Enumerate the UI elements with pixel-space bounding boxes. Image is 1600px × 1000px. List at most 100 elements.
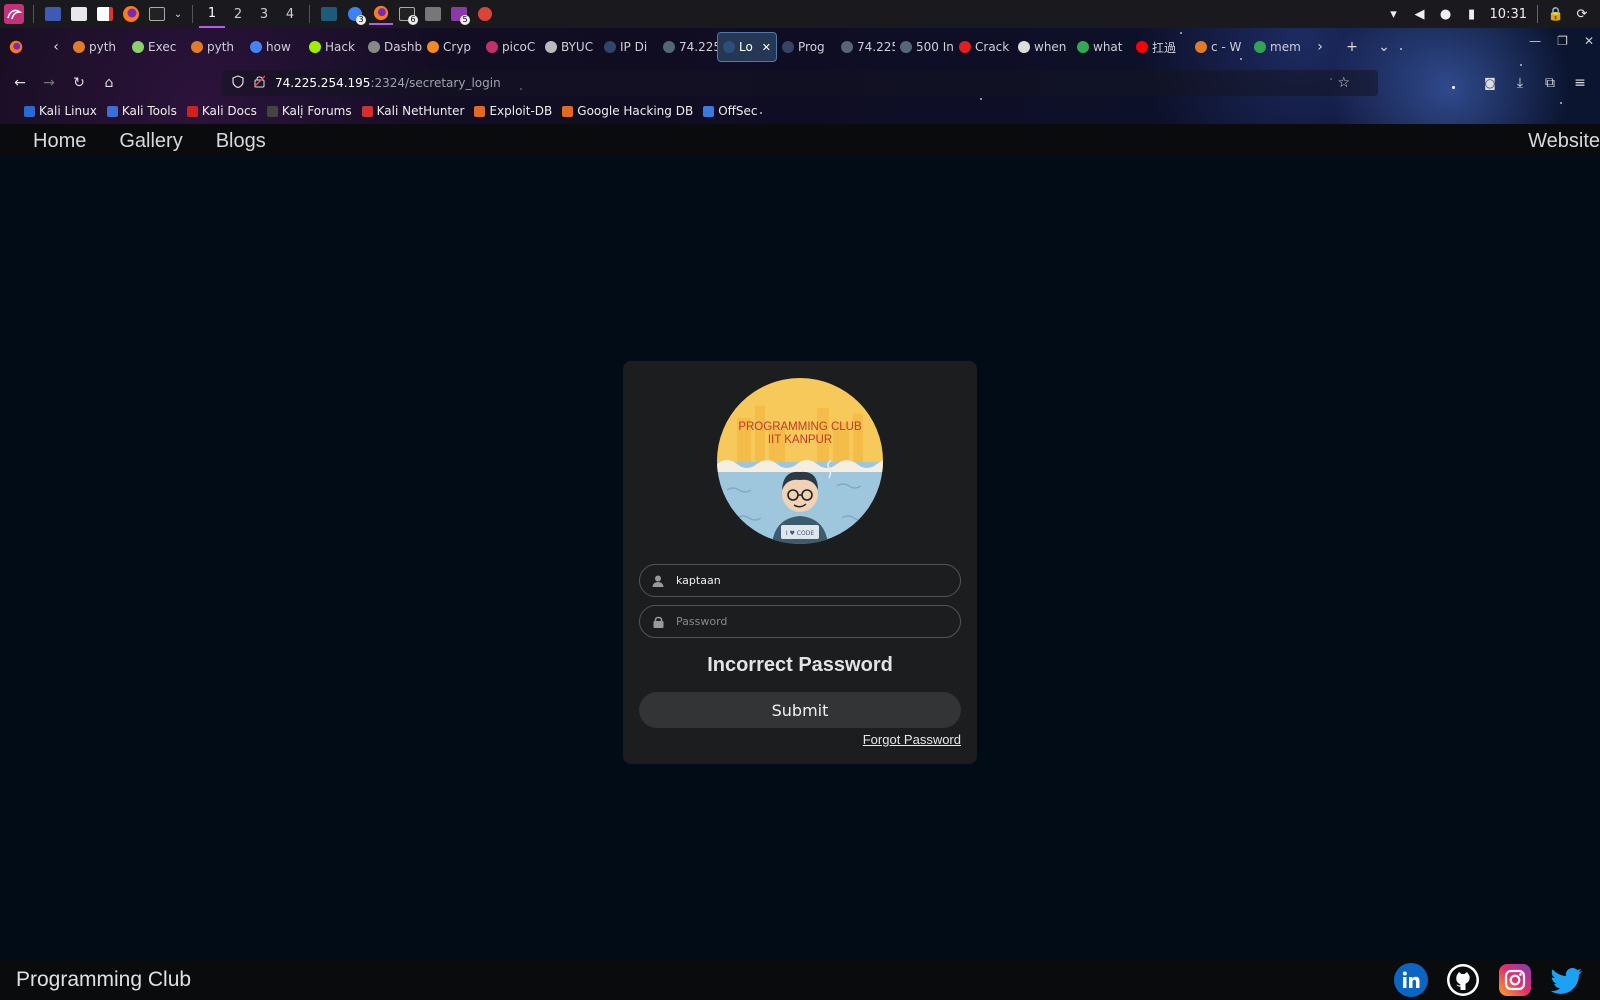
downloads-icon[interactable]: ⤓ xyxy=(1508,71,1532,95)
chrome-window-icon[interactable] xyxy=(473,3,497,25)
vscode-window-icon[interactable] xyxy=(317,3,341,25)
linkedin-icon[interactable] xyxy=(1394,963,1428,997)
window-count-badge: 5 xyxy=(460,15,470,25)
volume-icon[interactable]: ◀ xyxy=(1412,6,1428,22)
browser-tab[interactable]: what xyxy=(1072,32,1131,62)
browser-tab[interactable]: Exec xyxy=(127,32,186,62)
back-icon[interactable]: ← xyxy=(8,71,32,95)
browser-tab[interactable]: 500 Inte xyxy=(895,32,954,62)
nav-gallery-link[interactable]: Gallery xyxy=(119,130,182,153)
bookmark-item[interactable]: Exploit-DB xyxy=(474,104,552,118)
instagram-icon[interactable] xyxy=(1498,963,1532,997)
show-desktop-icon[interactable] xyxy=(41,3,65,25)
username-input[interactable] xyxy=(676,574,946,587)
notification-bell-icon[interactable]: ● xyxy=(1438,6,1454,22)
restore-icon[interactable]: ❐ xyxy=(1557,34,1568,48)
bookmark-item[interactable]: Kali NetHunter xyxy=(361,104,464,118)
battery-icon[interactable]: ▮ xyxy=(1464,6,1480,22)
new-tab-button[interactable]: + xyxy=(1340,35,1364,59)
workspace-1[interactable]: 1 xyxy=(199,0,225,28)
browser-tab[interactable]: 74.225. xyxy=(658,32,717,62)
tab-scroll-right-icon[interactable]: › xyxy=(1308,35,1332,59)
tab-label: Dashbo xyxy=(384,40,422,54)
tab-scroll-left-icon[interactable]: ‹ xyxy=(44,35,68,59)
power-icon[interactable]: ⟳ xyxy=(1574,6,1590,22)
not-secure-lock-icon[interactable] xyxy=(253,75,266,91)
chromium-window-icon[interactable]: 3 xyxy=(343,3,367,25)
browser-tab[interactable]: when xyxy=(1013,32,1072,62)
menu-icon[interactable]: ≡ xyxy=(1568,71,1592,95)
list-all-tabs-icon[interactable]: ⌄ xyxy=(1372,35,1396,59)
browser-tab[interactable]: c - W xyxy=(1190,32,1249,62)
logo-title-line2: IIT KANPUR xyxy=(768,434,832,446)
site-navbar: Home Gallery Blogs Website xyxy=(0,124,1600,158)
firefox-view-icon[interactable] xyxy=(4,35,28,59)
clock[interactable]: 10:31 xyxy=(1490,7,1527,22)
password-input[interactable] xyxy=(676,615,946,628)
browser-tab[interactable]: 扛過 xyxy=(1131,32,1190,62)
window-count-badge: 3 xyxy=(356,15,366,25)
terminal-launcher-icon[interactable] xyxy=(145,3,169,25)
bookmark-item[interactable]: Kali Docs xyxy=(186,104,257,118)
lock-icon[interactable]: 🔒 xyxy=(1548,6,1564,22)
browser-tab[interactable]: BYUC xyxy=(540,32,599,62)
browser-tab[interactable]: pyth xyxy=(68,32,127,62)
submit-button[interactable]: Submit xyxy=(639,692,961,728)
bookmark-item[interactable]: Google Hacking DB xyxy=(562,104,693,118)
lock-icon xyxy=(640,616,676,628)
browser-tab[interactable]: mem xyxy=(1249,32,1308,62)
app-window-icon[interactable] xyxy=(421,3,445,25)
github-icon[interactable] xyxy=(1446,963,1480,997)
file-manager-icon[interactable] xyxy=(67,3,91,25)
text-editor-icon[interactable] xyxy=(93,3,117,25)
reload-icon[interactable]: ↻ xyxy=(67,71,91,95)
twitter-icon[interactable] xyxy=(1550,963,1584,997)
bookmark-item[interactable]: Kali Forums xyxy=(266,104,352,118)
browser-tab[interactable]: picoC xyxy=(481,32,540,62)
browser-tab-active[interactable]: Lo ✕ xyxy=(717,32,777,62)
browser-navbar: ← → ↻ ⌂ 74.225.254.195:2324/secretary_lo… xyxy=(0,68,1600,98)
terminal-window-icon[interactable]: 6 xyxy=(395,3,419,25)
logo-title-line1: PROGRAMMING CLUB xyxy=(738,421,862,433)
browser-tab[interactable]: Hack xyxy=(304,32,363,62)
chevron-down-icon[interactable]: ⌄ xyxy=(171,3,185,25)
close-window-icon[interactable]: ✕ xyxy=(1584,34,1594,48)
bookmark-star-icon[interactable]: ☆ xyxy=(1337,75,1350,91)
nav-home-link[interactable]: Home xyxy=(33,130,86,153)
forward-icon[interactable]: → xyxy=(37,71,61,95)
bookmark-item[interactable]: Kali Linux xyxy=(24,104,97,118)
browser-tab[interactable]: IP Di xyxy=(599,32,658,62)
bookmark-item[interactable]: Kali Tools xyxy=(106,104,177,118)
kali-window-icon[interactable]: 5 xyxy=(447,3,471,25)
browser-tab[interactable]: 74.225.2 xyxy=(836,32,895,62)
forgot-password-link[interactable]: Forgot Password xyxy=(863,732,961,747)
browser-tab[interactable]: Cryp xyxy=(422,32,481,62)
wifi-icon[interactable]: ▾ xyxy=(1386,6,1402,22)
bookmark-favicon-icon xyxy=(186,105,198,117)
shield-icon[interactable] xyxy=(232,75,244,91)
url-bar[interactable]: 74.225.254.195:2324/secretary_login ☆ xyxy=(222,70,1378,96)
taskbar-separator xyxy=(192,5,193,23)
browser-tab[interactable]: Prog xyxy=(777,32,836,62)
browser-tab[interactable]: Crack xyxy=(954,32,1013,62)
browser-tab[interactable]: pyth xyxy=(186,32,245,62)
nav-website-link[interactable]: Website xyxy=(1528,130,1600,153)
workspace-3[interactable]: 3 xyxy=(251,0,277,28)
browser-tab[interactable]: Dashbo xyxy=(363,32,422,62)
bookmark-item[interactable]: OffSec xyxy=(703,104,758,118)
kali-menu-icon[interactable] xyxy=(2,3,26,25)
browser-tab[interactable]: how xyxy=(245,32,304,62)
workspace-4[interactable]: 4 xyxy=(277,0,303,28)
nav-blogs-link[interactable]: Blogs xyxy=(216,130,266,153)
minimize-icon[interactable]: — xyxy=(1529,34,1541,48)
tab-label: Hack xyxy=(325,40,355,54)
tab-favicon-icon xyxy=(723,41,735,53)
home-icon[interactable]: ⌂ xyxy=(97,71,121,95)
extensions-icon[interactable]: ⧉ xyxy=(1538,71,1562,95)
workspace-2[interactable]: 2 xyxy=(225,0,251,28)
firefox-launcher-icon[interactable] xyxy=(119,3,143,25)
tab-favicon-icon xyxy=(1077,41,1089,53)
firefox-window-icon[interactable] xyxy=(369,3,393,25)
pocket-icon[interactable]: ◙ xyxy=(1478,71,1502,95)
close-tab-icon[interactable]: ✕ xyxy=(762,41,771,54)
